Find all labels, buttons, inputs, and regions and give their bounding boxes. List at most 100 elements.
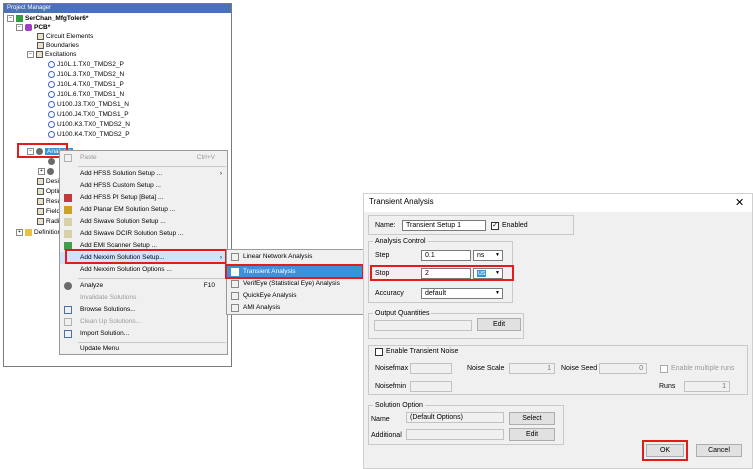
collapse-icon[interactable]: −	[16, 23, 23, 31]
solution-edit-button[interactable]: Edit	[509, 428, 555, 441]
menu-item-clean-up-solutions[interactable]: Clean Up Solutions...	[60, 316, 227, 328]
port-label: J10L.3.TX0_TMDS2_N	[57, 71, 125, 78]
menu-item-update-menu[interactable]: Update Menu	[60, 343, 227, 355]
submenu-item-verifeye[interactable]: VerifEye (Statistical Eye) Analysis	[227, 278, 365, 290]
submenu-item-quickeye[interactable]: QuickEye Analysis	[227, 290, 365, 302]
enable-transient-noise-checkbox[interactable]	[375, 348, 383, 356]
step-label: Step	[375, 252, 390, 259]
tree-item-results[interactable]: Resu	[37, 197, 61, 206]
additional-label: Additional	[371, 432, 402, 439]
noisefmax-input[interactable]	[410, 363, 452, 374]
noise-scale-input[interactable]: 1	[509, 363, 555, 374]
menu-label: Add HFSS PI Setup [Beta] ...	[80, 194, 164, 201]
tree-item-boundaries[interactable]: Boundaries	[37, 41, 79, 50]
tree-item-field[interactable]: Field	[37, 207, 60, 216]
menu-label: Add Planar EM Solution Setup ...	[80, 206, 176, 213]
tree-item-analysis-child[interactable]	[48, 157, 57, 166]
port-label: J10L.6.TX0_TMDS1_N	[57, 91, 125, 98]
paste-icon	[64, 154, 72, 162]
tree-item-port[interactable]: U100.K3.TX0_TMDS2_N	[48, 120, 130, 129]
menu-item-paste[interactable]: Paste Ctrl+V	[60, 152, 227, 164]
expand-icon[interactable]: +	[38, 167, 45, 175]
menu-item-add-siwave-dcir-setup[interactable]: Add Siwave DCIR Solution Setup ...	[60, 228, 227, 240]
menu-item-add-nexxim-solution-options[interactable]: Add Nexxim Solution Options ...	[60, 264, 227, 276]
tree-item-excitations[interactable]: − Excitations	[27, 50, 76, 59]
step-input[interactable]: 0.1	[421, 250, 471, 261]
submenu-arrow-icon: ›	[219, 170, 222, 177]
solution-select-button[interactable]: Select	[509, 412, 555, 425]
noisefmax-label: Noisefmax	[375, 365, 409, 372]
port-label: J10L.1.TX0_TMDS2_P	[57, 61, 124, 68]
accuracy-label: Accuracy	[375, 290, 404, 297]
menu-item-import-solution[interactable]: Import Solution...	[60, 328, 227, 340]
setup-icon	[48, 157, 55, 165]
accuracy-select[interactable]: default ▼	[421, 288, 503, 299]
menu-label: Linear Network Analysis	[243, 253, 313, 260]
close-icon[interactable]: ✕	[735, 196, 744, 209]
runs-input[interactable]: 1	[684, 381, 730, 392]
submenu-item-ami-analysis[interactable]: AMI Analysis	[227, 302, 365, 314]
tree-item-port[interactable]: J10L.6.TX0_TMDS1_N	[48, 90, 124, 99]
menu-item-add-hfss-pi-setup[interactable]: Add HFSS PI Setup [Beta] ...	[60, 192, 227, 204]
name-label: Name:	[375, 222, 396, 229]
name-input[interactable]: Transient Setup 1	[402, 220, 486, 231]
tree-item-port[interactable]: J10L.3.TX0_TMDS2_N	[48, 70, 124, 79]
port-label: J10L.4.TX0_TMDS1_P	[57, 81, 124, 88]
cancel-button[interactable]: Cancel	[696, 444, 742, 457]
setup-icon	[47, 167, 54, 175]
menu-shortcut: F10	[203, 282, 215, 289]
tree-label-project: SerChan_MfgToler6*	[25, 15, 89, 22]
menu-item-analyze[interactable]: Analyze F10	[60, 280, 227, 292]
menu-item-add-hfss-solution-setup[interactable]: Add HFSS Solution Setup ... ›	[60, 168, 227, 180]
tree-item-circuit-elements[interactable]: Circuit Elements	[37, 32, 93, 41]
menu-separator	[78, 166, 226, 167]
radiation-icon	[37, 217, 44, 225]
tree-item-project[interactable]: − SerChan_MfgToler6*	[7, 14, 88, 23]
menu-item-add-hfss-custom-setup[interactable]: Add HFSS Custom Setup ...	[60, 180, 227, 192]
tree-item-radiation[interactable]: Radi	[37, 217, 59, 226]
noise-seed-input[interactable]: 0	[599, 363, 647, 374]
port-label: U100.J3.TX0_TMDS1_N	[57, 101, 129, 108]
menu-item-browse-solutions[interactable]: Browse Solutions...	[60, 304, 227, 316]
tree-item-port[interactable]: J10L.4.TX0_TMDS1_P	[48, 80, 124, 89]
menu-item-add-planar-em-setup[interactable]: Add Planar EM Solution Setup ...	[60, 204, 227, 216]
project-icon	[16, 14, 23, 22]
collapse-icon[interactable]: −	[27, 50, 34, 58]
output-quantities-edit-button[interactable]: Edit	[477, 318, 521, 331]
tree-item-port[interactable]: U100.J4.TX0_TMDS1_P	[48, 110, 129, 119]
tree-item-port[interactable]: U100.J3.TX0_TMDS1_N	[48, 100, 129, 109]
design-icon	[37, 177, 44, 185]
expand-icon[interactable]: +	[16, 228, 23, 236]
menu-item-add-siwave-setup[interactable]: Add Siwave Solution Setup ...	[60, 216, 227, 228]
menu-label: Add Siwave DCIR Solution Setup ...	[80, 230, 184, 237]
menu-label: Import Solution...	[80, 330, 130, 337]
submenu-item-linear-network[interactable]: Linear Network Analysis	[227, 251, 365, 263]
enable-multiple-runs-checkbox[interactable]	[660, 365, 668, 373]
menu-label: Invalidate Solutions	[80, 294, 137, 301]
tree-item-port[interactable]: U100.K4.TX0_TMDS2_P	[48, 130, 130, 139]
chevron-down-icon: ▼	[495, 290, 500, 296]
port-icon	[48, 110, 55, 118]
noisefmin-input[interactable]	[410, 381, 452, 392]
siwave-icon	[64, 218, 72, 226]
additional-field	[406, 429, 504, 440]
tree-item-analysis-child[interactable]: +	[38, 167, 56, 176]
tree-item-optimetrics[interactable]: Optin	[37, 187, 62, 196]
tree-item-port[interactable]: J10L.1.TX0_TMDS2_P	[48, 60, 124, 69]
tree-item-pcb[interactable]: − PCB*	[16, 23, 50, 32]
enable-multiple-runs-label: Enable multiple runs	[671, 365, 735, 372]
step-unit-select[interactable]: ns ▼	[473, 250, 503, 261]
enabled-checkbox[interactable]: ✓	[491, 222, 499, 230]
menu-label: Add Siwave Solution Setup ...	[80, 218, 166, 225]
analysis-control-label: Analysis Control	[373, 237, 428, 246]
enabled-label: Enabled	[502, 222, 528, 229]
menu-separator	[78, 278, 226, 279]
tree-label: Radi	[46, 218, 60, 225]
pcb-icon	[25, 23, 32, 31]
siwave-dcir-icon	[64, 230, 72, 238]
collapse-icon[interactable]: −	[7, 14, 14, 22]
tree-item-definitions[interactable]: + Definitions	[16, 228, 64, 237]
menu-label: Add HFSS Custom Setup ...	[80, 182, 161, 189]
tree-label: Field	[46, 208, 61, 215]
menu-item-invalidate-solutions[interactable]: Invalidate Solutions	[60, 292, 227, 304]
